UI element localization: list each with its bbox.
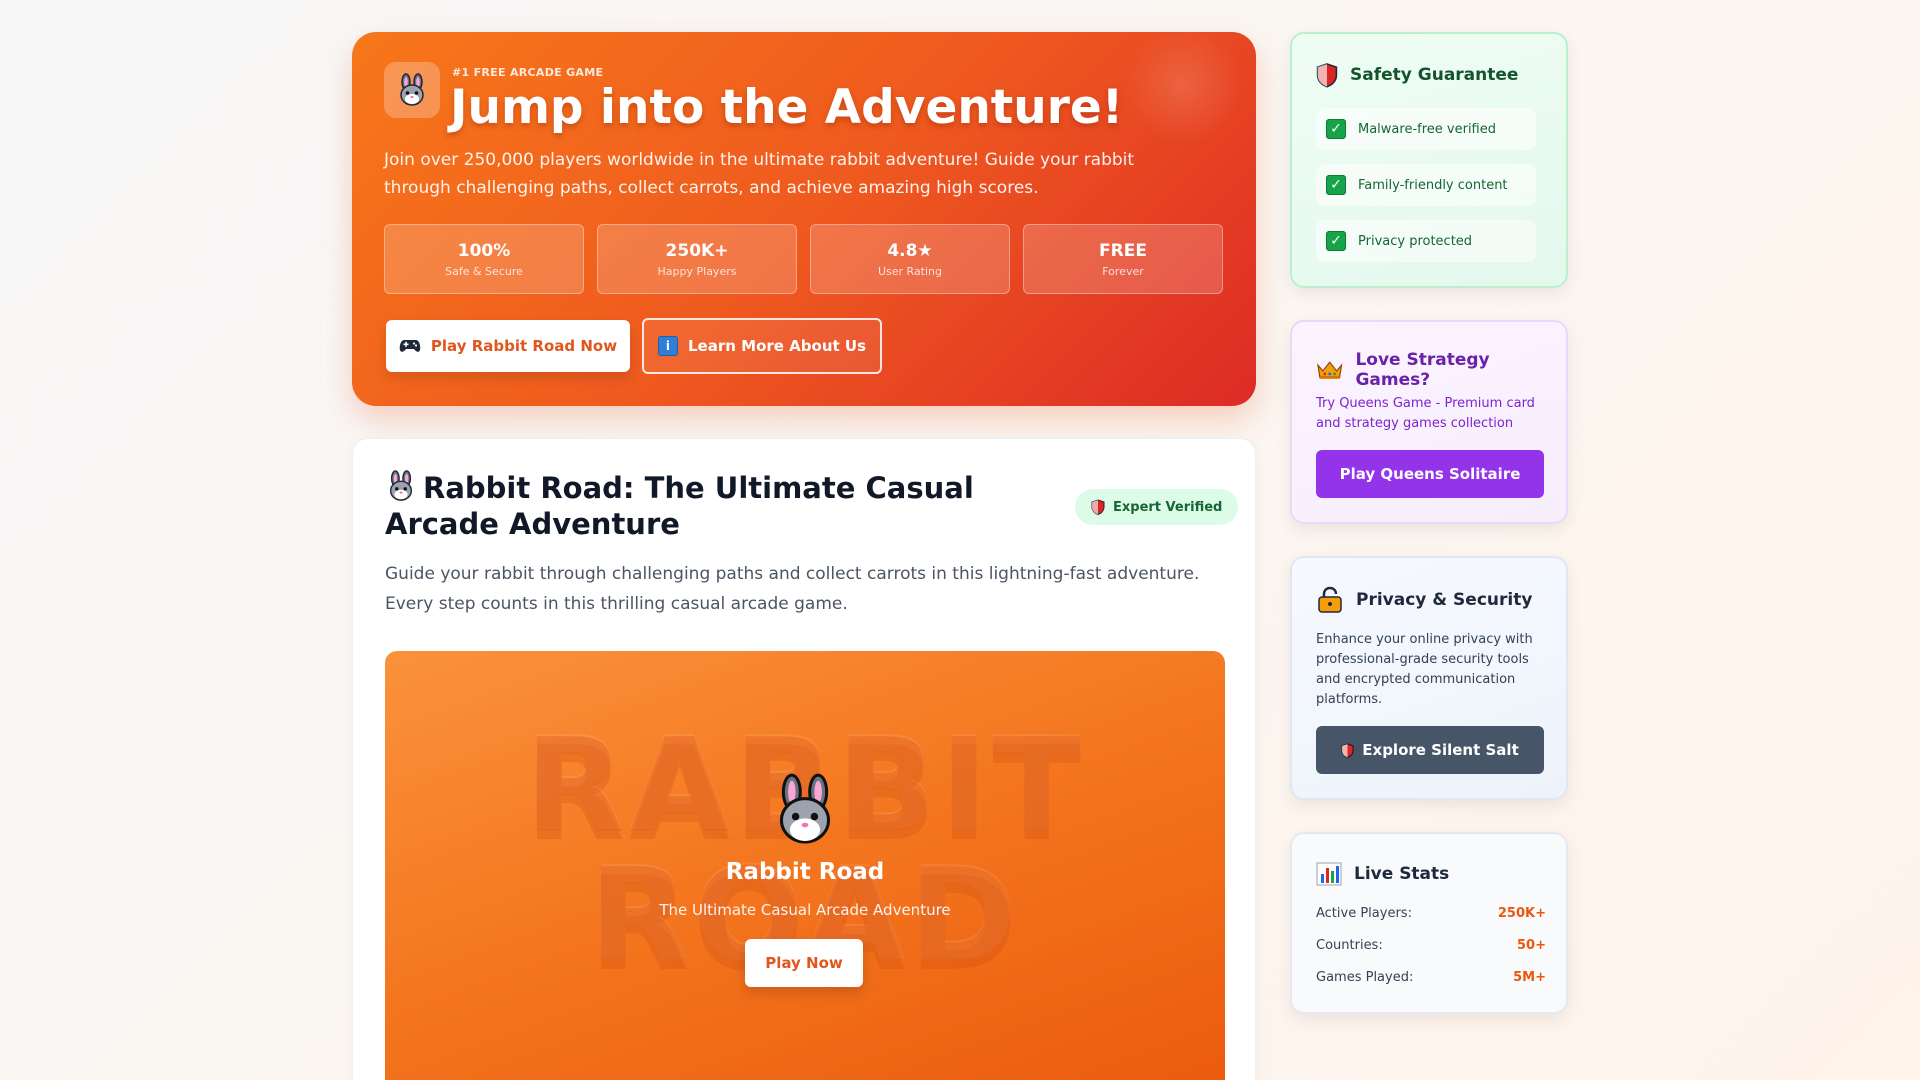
check-icon: ✓ [1326, 175, 1346, 195]
privacy-header: Privacy & Security [1316, 586, 1532, 614]
stat-label: Forever [1102, 264, 1144, 278]
crown-icon [1317, 361, 1343, 379]
hero-title: Jump into the Adventure! [450, 80, 1124, 135]
play-rabbit-road-button[interactable]: Play Rabbit Road Now [386, 320, 630, 372]
stat-rating: 4.8★ User Rating [810, 224, 1010, 294]
gamepad-icon [399, 340, 421, 352]
silent-salt-label: Explore Silent Salt [1362, 741, 1519, 759]
live-stat-label: Active Players: [1316, 906, 1412, 921]
article-title: Rabbit Road: The Ultimate Casual Arcade … [385, 469, 1065, 542]
stat-value: FREE [1099, 240, 1147, 261]
safety-header: Safety Guarantee [1316, 62, 1518, 88]
stat-value: 4.8★ [887, 240, 933, 261]
privacy-title: Privacy & Security [1356, 590, 1533, 610]
shield-icon [1341, 743, 1354, 758]
game-title: Rabbit Road [725, 859, 885, 885]
stat-label: User Rating [877, 264, 943, 278]
safety-guarantee-card: Safety Guarantee ✓ Malware-free verified… [1290, 32, 1568, 288]
bar-chart-icon [1316, 862, 1342, 886]
live-stat-value: 50+ [1517, 938, 1546, 953]
safety-item: ✓ Family-friendly content [1316, 164, 1536, 206]
shield-icon [1091, 499, 1105, 515]
queens-title: Love Strategy Games? [1355, 350, 1490, 390]
live-stats-title: Live Stats [1354, 864, 1450, 884]
shield-icon [1316, 63, 1338, 88]
live-stat-value: 5M+ [1513, 970, 1546, 985]
stat-value: 250K+ [665, 240, 729, 261]
queens-text: Try Queens Game - Premium card and strat… [1316, 396, 1535, 431]
play-queens-solitaire-button[interactable]: Play Queens Solitaire [1316, 450, 1544, 498]
live-stat-value: 250K+ [1497, 906, 1546, 921]
game-subtitle: The Ultimate Casual Arcade Adventure [659, 901, 951, 919]
learn-more-button[interactable]: i Learn More About Us [642, 318, 882, 374]
article-description: Guide your rabbit through challenging pa… [385, 564, 1200, 614]
check-icon: ✓ [1326, 231, 1346, 251]
info-icon: i [657, 336, 678, 356]
game-preview-panel: RABBIT ROAD Rabbit Road The Ultimate Cas… [385, 651, 1225, 1080]
live-stat-row: Countries: 50+ [1316, 938, 1546, 953]
queens-header: Love Strategy Games? [1316, 350, 1566, 390]
privacy-security-card: Privacy & Security Enhance your online p… [1290, 556, 1568, 800]
play-button-label: Play Rabbit Road Now [430, 337, 618, 355]
learn-button-label: Learn More About Us [687, 337, 866, 355]
explore-silent-salt-button[interactable]: Explore Silent Salt [1316, 726, 1544, 774]
live-stat-row: Active Players: 250K+ [1316, 906, 1546, 921]
badge-label: Expert Verified [1113, 499, 1223, 515]
queens-promo-card: Love Strategy Games? Try Queens Game - P… [1290, 320, 1568, 524]
live-stats-card: Live Stats Active Players: 250K+ Countri… [1290, 832, 1568, 1014]
safety-item: ✓ Privacy protected [1316, 220, 1536, 262]
live-stat-label: Games Played: [1316, 970, 1414, 985]
safety-item-label: Family-friendly content [1358, 177, 1508, 193]
safety-item-label: Malware-free verified [1358, 121, 1496, 137]
stat-value: 100% [457, 240, 511, 261]
play-now-button[interactable]: Play Now [745, 939, 863, 987]
stat-free: FREE Forever [1023, 224, 1223, 294]
live-stat-label: Countries: [1316, 938, 1383, 953]
check-icon: ✓ [1326, 119, 1346, 139]
stat-players: 250K+ Happy Players [597, 224, 797, 294]
live-stats-header: Live Stats [1316, 862, 1449, 886]
rabbit-icon [389, 470, 413, 501]
rabbit-icon [384, 62, 440, 118]
live-stat-row: Games Played: 5M+ [1316, 970, 1546, 985]
article-title-text: Rabbit Road: The Ultimate Casual Arcade … [385, 471, 974, 541]
expert-verified-badge: Expert Verified [1075, 489, 1239, 525]
safety-item: ✓ Malware-free verified [1316, 108, 1536, 150]
safety-title: Safety Guarantee [1350, 65, 1519, 85]
stat-label: Safe & Secure [445, 264, 523, 278]
rabbit-icon [773, 773, 837, 849]
game-article-card: Rabbit Road: The Ultimate Casual Arcade … [352, 438, 1256, 1080]
hero-description: Join over 250,000 players worldwide in t… [384, 150, 1135, 198]
safety-item-label: Privacy protected [1358, 233, 1473, 249]
privacy-text: Enhance your online privacy with profess… [1316, 632, 1533, 707]
stat-label: Happy Players [657, 264, 737, 278]
hero-banner: #1 FREE ARCADE GAME Jump into the Advent… [352, 32, 1256, 406]
stat-safe: 100% Safe & Secure [384, 224, 584, 294]
hero-kicker: #1 FREE ARCADE GAME [452, 66, 604, 79]
lock-icon [1318, 586, 1342, 613]
